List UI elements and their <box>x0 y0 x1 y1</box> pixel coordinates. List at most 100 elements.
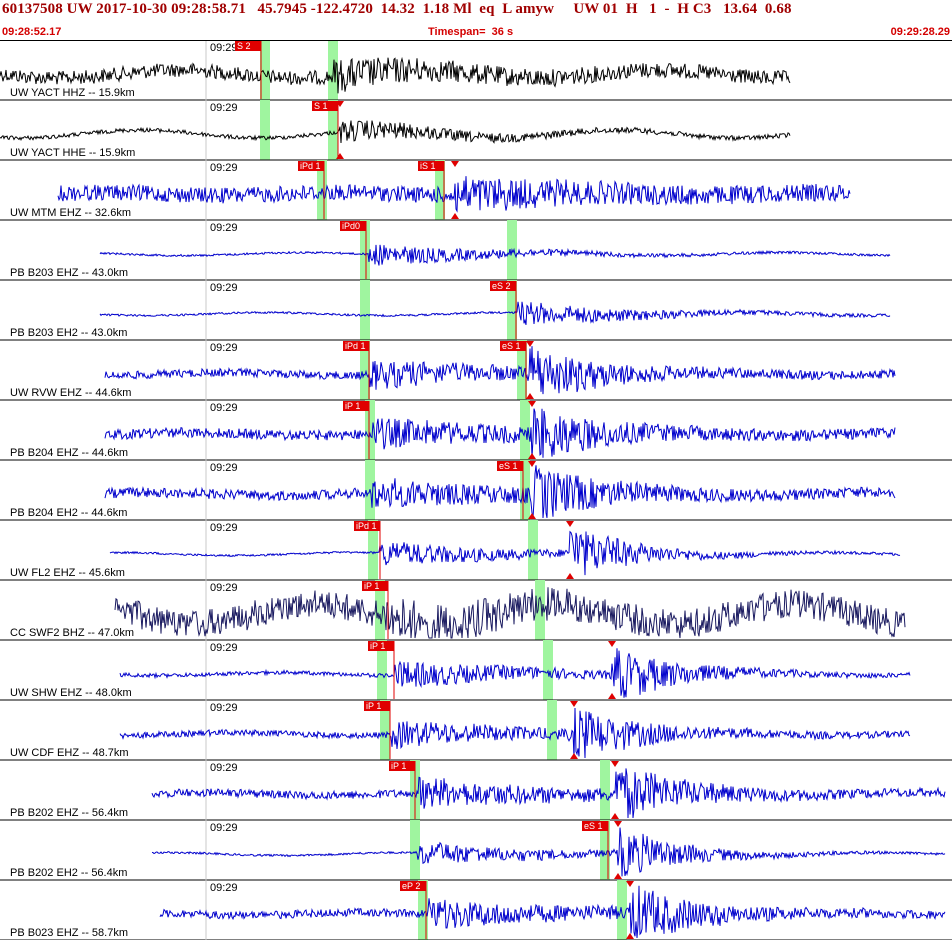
amp-marker-bottom <box>608 693 616 699</box>
trace-row[interactable]: 09:29 iP 1 PB B202 EHZ -- 56.4km <box>0 760 952 821</box>
amp-marker-top <box>614 821 622 827</box>
waveform-trace <box>151 768 946 819</box>
waveform-trace <box>114 587 906 639</box>
end-time-label: 09:29:28.29 <box>890 26 950 38</box>
channel-label: UW YACT HHZ -- 15.9km <box>10 87 135 99</box>
pick-window <box>547 700 557 760</box>
amp-marker-top <box>451 161 459 167</box>
waveform-trace <box>119 707 911 759</box>
time-tick-label: 09:29 <box>210 642 238 654</box>
pick-window <box>600 760 610 820</box>
time-tick-label: 09:29 <box>210 522 238 534</box>
pick-window <box>410 820 420 880</box>
pick-flag-label: iP 1 <box>370 641 385 651</box>
trace-row[interactable]: 09:29 iP 1 UW SHW EHZ -- 48.0km <box>0 640 952 701</box>
channel-label: PB B202 EH2 -- 56.4km <box>10 867 127 879</box>
channel-label: UW FL2 EHZ -- 45.6km <box>10 567 125 579</box>
waveform-trace <box>0 120 791 144</box>
trace-row[interactable]: 09:29 iP 1 UW CDF EHZ -- 48.7km <box>0 700 952 761</box>
time-tick-label: 09:29 <box>210 582 238 594</box>
pick-flag-label: iPd 1 <box>356 521 377 531</box>
amp-marker-bottom <box>626 933 634 939</box>
trace-row[interactable]: 09:29 eS 1 PB B202 EH2 -- 56.4km <box>0 820 952 881</box>
pick-flag-label: eS 1 <box>499 461 518 471</box>
trace-row[interactable]: 09:29 iPd0 PB B203 EHZ -- 43.0km <box>0 220 952 281</box>
pick-flag-label: eP 2 <box>402 881 420 891</box>
channel-label: PB B023 EHZ -- 58.7km <box>10 927 128 939</box>
channel-label: UW MTM EHZ -- 32.6km <box>10 207 131 219</box>
amp-marker-top <box>566 521 574 527</box>
pick-flag-label: iP 1 <box>345 401 360 411</box>
trace-row[interactable]: 09:29 iPd 1 UW FL2 EHZ -- 45.6km <box>0 520 952 581</box>
trace-row[interactable]: 09:29 iP 1 PB B204 EHZ -- 44.6km <box>0 400 952 461</box>
time-tick-label: 09:29 <box>210 462 238 474</box>
waveform-trace <box>109 530 901 576</box>
amp-marker-top <box>608 641 616 647</box>
pick-window <box>260 100 270 160</box>
time-tick-label: 09:29 <box>210 762 238 774</box>
waveform-trace <box>99 244 891 266</box>
time-tick-label: 09:29 <box>210 882 238 894</box>
pick-flag-label: S 1 <box>314 101 328 111</box>
channel-label: PB B202 EHZ -- 56.4km <box>10 807 128 819</box>
time-tick-label: 09:29 <box>210 42 238 54</box>
channel-label: UW CDF EHZ -- 48.7km <box>10 747 129 759</box>
amp-marker-top <box>626 881 634 887</box>
time-tick-label: 09:29 <box>210 162 238 174</box>
waveform-trace <box>159 885 946 939</box>
time-tick-label: 09:29 <box>210 102 238 114</box>
amp-marker-bottom <box>526 393 534 399</box>
pick-flag-label: iPd 1 <box>345 341 366 351</box>
trace-row[interactable]: 09:29 iPd 1 iS 1 UW MTM EHZ -- 32.6km <box>0 160 952 221</box>
pick-window <box>360 280 370 340</box>
seismogram-panel[interactable]: 09:29 S 2UW YACT HHZ -- 15.9km09:29 S 1UW … <box>0 40 952 940</box>
event-header: 60137508 UW 2017-10-30 09:28:58.71 45.79… <box>0 0 952 40</box>
amp-marker-bottom <box>451 213 459 219</box>
pick-flag[interactable]: S 2 <box>235 41 262 99</box>
amp-marker-top <box>526 341 534 347</box>
amp-marker-bottom <box>566 573 574 579</box>
pick-flag-label: eS 1 <box>584 821 603 831</box>
pick-window <box>528 520 538 580</box>
time-tick-label: 09:29 <box>210 822 238 834</box>
amp-marker-top <box>570 701 578 707</box>
amp-marker-bottom <box>614 873 622 879</box>
channel-label: UW YACT HHE -- 15.9km <box>10 147 135 159</box>
channel-label: PB B203 EHZ -- 43.0km <box>10 267 128 279</box>
waveform-trace <box>99 301 891 326</box>
trace-row[interactable]: 09:29 iP 1 CC SWF2 BHZ -- 47.0km <box>0 580 952 641</box>
time-tick-label: 09:29 <box>210 222 238 234</box>
start-time-label: 09:28:52.17 <box>2 26 62 38</box>
time-tick-label: 09:29 <box>210 342 238 354</box>
pick-flag-label: iPd 1 <box>300 161 321 171</box>
timespan-label: Timespan= 36 s <box>428 26 514 38</box>
channel-label: CC SWF2 BHZ -- 47.0km <box>10 627 134 639</box>
trace-row[interactable]: 09:29 eP 2 PB B023 EHZ -- 58.7km <box>0 880 952 940</box>
waveform-trace <box>57 176 851 213</box>
trace-row[interactable]: 09:29 iPd 1 eS 1 UW RVW EHZ -- 44.6km <box>0 340 952 401</box>
trace-row[interactable]: 09:29 S 2 UW YACT HHZ -- 15.9km <box>0 40 952 101</box>
channel-label: UW RVW EHZ -- 44.6km <box>10 387 131 399</box>
trace-row[interactable]: 09:29 eS 1 PB B204 EH2 -- 44.6km <box>0 460 952 521</box>
trace-row[interactable]: 09:29 eS 2 PB B203 EH2 -- 43.0km <box>0 280 952 341</box>
pick-flag-label: eS 2 <box>492 281 511 291</box>
channel-label: UW SHW EHZ -- 48.0km <box>10 687 132 699</box>
waveform-trace <box>151 827 946 877</box>
channel-label: PB B203 EH2 -- 43.0km <box>10 327 127 339</box>
event-summary: 60137508 UW 2017-10-30 09:28:58.71 45.79… <box>2 1 792 17</box>
pick-flag-label: iS 1 <box>420 161 436 171</box>
pick-flag-label: iP 1 <box>391 761 406 771</box>
time-tick-label: 09:29 <box>210 402 238 414</box>
time-tick-label: 09:29 <box>210 702 238 714</box>
time-tick-label: 09:29 <box>210 282 238 294</box>
amp-marker-bottom <box>611 813 619 819</box>
pick-flag-label: iP 1 <box>366 701 381 711</box>
channel-label: PB B204 EHZ -- 44.6km <box>10 447 128 459</box>
waveform-trace <box>119 648 911 698</box>
pick-flag-label: iP 1 <box>364 581 379 591</box>
pick-flag-label: S 2 <box>237 41 251 51</box>
pick-flag-label: iPd0 <box>342 221 360 231</box>
waveform-trace <box>104 408 896 459</box>
trace-row[interactable]: 09:29 S 1 UW YACT HHE -- 15.9km <box>0 100 952 161</box>
channel-label: PB B204 EH2 -- 44.6km <box>10 507 127 519</box>
